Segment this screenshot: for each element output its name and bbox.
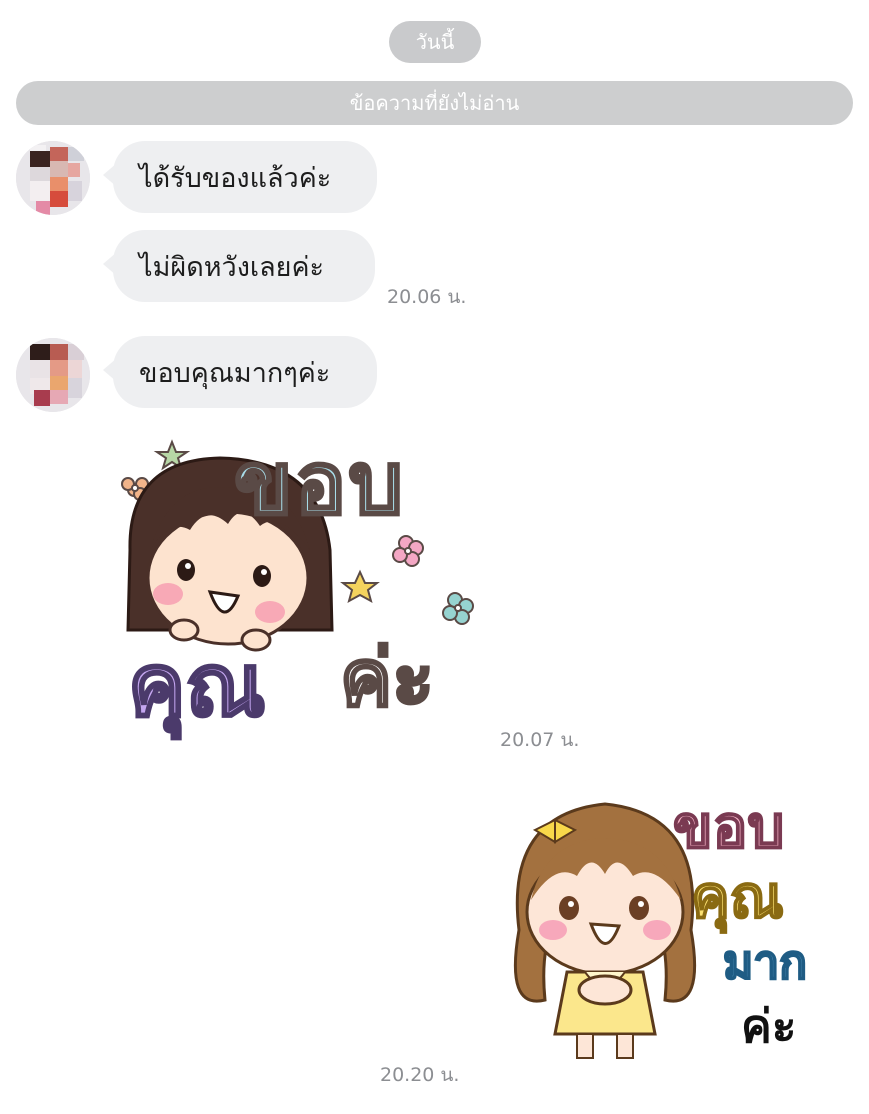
message-text: ได้รับของแล้วค่ะ [139, 162, 332, 194]
date-divider-label: วันนี้ [415, 30, 455, 54]
sticker-text-line4: ค่ะ [741, 999, 797, 1053]
unread-messages-divider: ข้อความที่ยังไม่อ่าน [16, 81, 853, 125]
avatar-image [16, 141, 90, 215]
thank-you-sticker[interactable]: ขอบ คุณ ค่ะ [110, 420, 490, 745]
message-timestamp: 20.06 น. [387, 286, 467, 308]
avatar-image [16, 338, 90, 412]
message-text: ขอบคุณมากๆค่ะ [139, 357, 331, 389]
avatar[interactable] [16, 141, 90, 215]
avatar[interactable] [16, 338, 90, 412]
date-divider: วันนี้ [389, 21, 481, 63]
message-timestamp: 20.20 น. [380, 1064, 460, 1086]
sticker-text-middle: คุณ [126, 635, 266, 738]
sticker-text-bottom: ค่ะ [338, 633, 435, 726]
message-bubble[interactable]: ขอบคุณมากๆค่ะ [103, 336, 377, 408]
message-bubble[interactable]: ได้รับของแล้วค่ะ [103, 141, 377, 213]
sticker-text-top: ขอบ [232, 433, 406, 536]
message-text: ไม่ผิดหวังเลยค่ะ [139, 251, 325, 283]
sticker-text-line3: มาก [722, 934, 808, 990]
unread-divider-label: ข้อความที่ยังไม่อ่าน [349, 91, 520, 115]
message-bubble[interactable]: ไม่ผิดหวังเลยค่ะ [103, 230, 375, 302]
message-timestamp: 20.07 น. [500, 729, 580, 751]
thank-you-sticker[interactable]: ขอบ คุณ มาก ค่ะ [505, 790, 845, 1070]
